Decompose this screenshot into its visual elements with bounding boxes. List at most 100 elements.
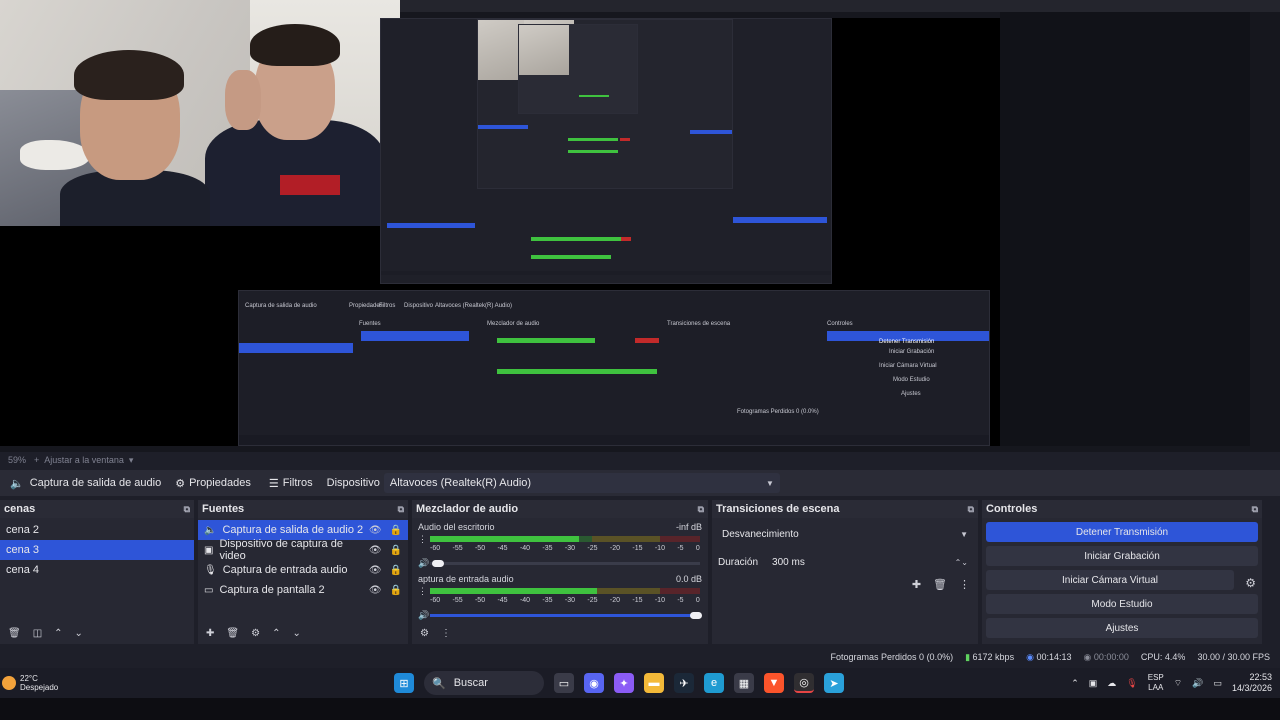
scene-item[interactable]: cena 3: [0, 540, 194, 560]
studio-mode-button[interactable]: Modo Estudio: [986, 594, 1258, 614]
monitor-icon: ▭: [204, 584, 214, 596]
more-vertical-icon[interactable]: ⋮: [441, 628, 451, 639]
device-select[interactable]: Altavoces (Realtek(R) Audio) ▼: [383, 473, 780, 493]
eye-icon[interactable]: 👁: [369, 565, 382, 576]
add-icon[interactable]: ✚: [912, 578, 921, 591]
gear-icon[interactable]: ⚙: [420, 628, 429, 639]
channel-level: -inf dB: [675, 522, 702, 532]
lock-icon[interactable]: 🔒: [390, 565, 402, 576]
start-virtual-camera-button[interactable]: Iniciar Cámara Virtual: [986, 570, 1234, 590]
speaker-icon: 🔈: [10, 477, 24, 490]
weather-widget[interactable]: 22°C Despejado: [0, 674, 90, 692]
eye-icon[interactable]: 👁: [369, 525, 382, 536]
source-item[interactable]: ▣ Dispositivo de captura de video 👁 🔒: [198, 538, 408, 562]
scale-tick: -40: [519, 545, 531, 552]
stream-time: ◉ 00:14:13: [1026, 651, 1072, 662]
chevron-up-icon[interactable]: ⌃: [272, 628, 280, 639]
start-recording-button[interactable]: Iniciar Grabación: [986, 546, 1258, 566]
stop-streaming-button[interactable]: Detener Transmisión: [986, 522, 1258, 542]
source-item[interactable]: ▭ Captura de pantalla 2 👁 🔒: [198, 580, 408, 600]
filters-icon[interactable]: ◫: [33, 628, 42, 639]
dropped-frames: Fotogramas Perdidos 0 (0.0%): [830, 652, 954, 662]
camera-icon: ▣: [204, 544, 214, 556]
gear-icon[interactable]: ⚙: [1245, 576, 1256, 590]
eye-icon[interactable]: 👁: [369, 545, 382, 556]
duration-input[interactable]: 300 ms ⌃⌄: [768, 552, 972, 572]
discord-icon[interactable]: ◉: [584, 673, 604, 693]
taskbar-search[interactable]: 🔍 Buscar: [424, 671, 544, 695]
volume-icon[interactable]: 🔊: [1192, 678, 1203, 689]
scene-item[interactable]: cena 2: [0, 520, 194, 540]
source-item[interactable]: 🔈 Captura de salida de audio 2 👁 🔒: [198, 520, 408, 540]
microphone-icon: 🎙: [204, 564, 217, 576]
status-bar: Fotogramas Perdidos 0 (0.0%) ▮ 6172 kbps…: [0, 648, 1280, 666]
add-icon[interactable]: ✚: [206, 628, 214, 639]
wifi-icon[interactable]: ⌔: [1174, 678, 1182, 689]
windows-start-icon[interactable]: ⊞: [394, 673, 414, 693]
device-label: Dispositivo: [326, 477, 380, 489]
mixer-channel-mic: aptura de entrada audio 0.0 dB ⋮ -60 -55 -…: [412, 570, 708, 622]
volume-slider[interactable]: [430, 612, 702, 619]
scale-tick: -55: [452, 545, 463, 552]
preview-canvas[interactable]: Captura de salida de audio Propiedades F…: [0, 0, 1000, 446]
scale-tick: -60: [430, 545, 441, 552]
controls-dock: Controles ⧉ Detener Transmisión Iniciar …: [982, 500, 1262, 644]
lock-icon[interactable]: 🔒: [390, 585, 402, 596]
delete-icon[interactable]: 🗑: [933, 578, 947, 591]
bitrate-indicator: ▮ 6172 kbps: [965, 651, 1015, 662]
scale-tick: -35: [542, 545, 553, 552]
scale-tick: -60: [430, 597, 441, 604]
preview-area[interactable]: Captura de salida de audio Propiedades F…: [0, 0, 1280, 452]
channel-name: Audio del escritorio: [418, 522, 495, 532]
scene-item[interactable]: cena 4: [0, 560, 194, 580]
volume-slider[interactable]: [430, 560, 700, 567]
brave-icon[interactable]: ▼: [764, 673, 784, 693]
eye-icon[interactable]: 👁: [369, 585, 382, 596]
properties-button[interactable]: ⚙ Propiedades: [171, 473, 255, 493]
telegram-icon[interactable]: ➤: [824, 673, 844, 693]
transition-select[interactable]: Desvanecimiento ▼: [718, 524, 972, 544]
undock-icon[interactable]: ⧉: [1252, 504, 1258, 515]
lock-icon[interactable]: 🔒: [390, 525, 402, 536]
more-vertical-icon[interactable]: ⋮: [418, 534, 427, 545]
more-vertical-icon[interactable]: ⋮: [959, 578, 970, 591]
chevron-down-icon[interactable]: ⌄: [75, 628, 83, 639]
chevron-up-icon[interactable]: ⌃: [54, 628, 62, 639]
volume-icon[interactable]: 🔊: [418, 610, 429, 621]
scale-tick: -55: [452, 597, 463, 604]
undock-icon[interactable]: ⧉: [698, 504, 704, 515]
scale-tick: -15: [632, 545, 643, 552]
battery-icon[interactable]: ▭: [1213, 678, 1222, 689]
channel-level: 0.0 dB: [675, 574, 702, 584]
chevron-up-icon[interactable]: ⌃: [1071, 678, 1079, 689]
chevron-down-icon[interactable]: ⌄: [292, 628, 300, 639]
fit-window-button[interactable]: + Ajustar a la ventana ▾: [34, 455, 133, 466]
volume-icon[interactable]: 🔊: [418, 558, 429, 569]
moon-icon: [2, 676, 16, 690]
steam-icon[interactable]: ✈: [674, 673, 694, 693]
gear-icon[interactable]: ⚙: [251, 628, 260, 639]
scale-tick: -25: [587, 545, 598, 552]
scale-tick: -15: [632, 597, 643, 604]
task-view-icon[interactable]: ▭: [554, 673, 574, 693]
delete-icon[interactable]: 🗑: [226, 628, 239, 639]
file-explorer-icon[interactable]: ▬: [644, 673, 664, 693]
microphone-icon[interactable]: 🎙: [1126, 678, 1137, 689]
edge-icon[interactable]: e: [704, 673, 724, 693]
filters-button[interactable]: ☰ Filtros: [265, 473, 317, 493]
delete-icon[interactable]: 🗑: [8, 628, 21, 639]
tray-app-icon[interactable]: ▣: [1089, 678, 1098, 689]
obs-icon[interactable]: ◎: [794, 673, 814, 693]
more-vertical-icon[interactable]: ⋮: [418, 586, 427, 597]
undock-icon[interactable]: ⧉: [398, 504, 404, 515]
undock-icon[interactable]: ⧉: [968, 504, 974, 515]
undock-icon[interactable]: ⧉: [184, 504, 190, 515]
source-item[interactable]: 🎙 Captura de entrada audio 👁 🔒: [198, 560, 408, 580]
settings-button[interactable]: Ajustes: [986, 618, 1258, 638]
lock-icon[interactable]: 🔒: [390, 545, 402, 556]
copilot-icon[interactable]: ✦: [614, 673, 634, 693]
clock[interactable]: 22:53 14/3/2026: [1232, 672, 1272, 694]
onedrive-icon[interactable]: ☁: [1107, 678, 1116, 689]
store-icon[interactable]: ▦: [734, 673, 754, 693]
language-indicator[interactable]: ESP LAA: [1148, 673, 1164, 693]
